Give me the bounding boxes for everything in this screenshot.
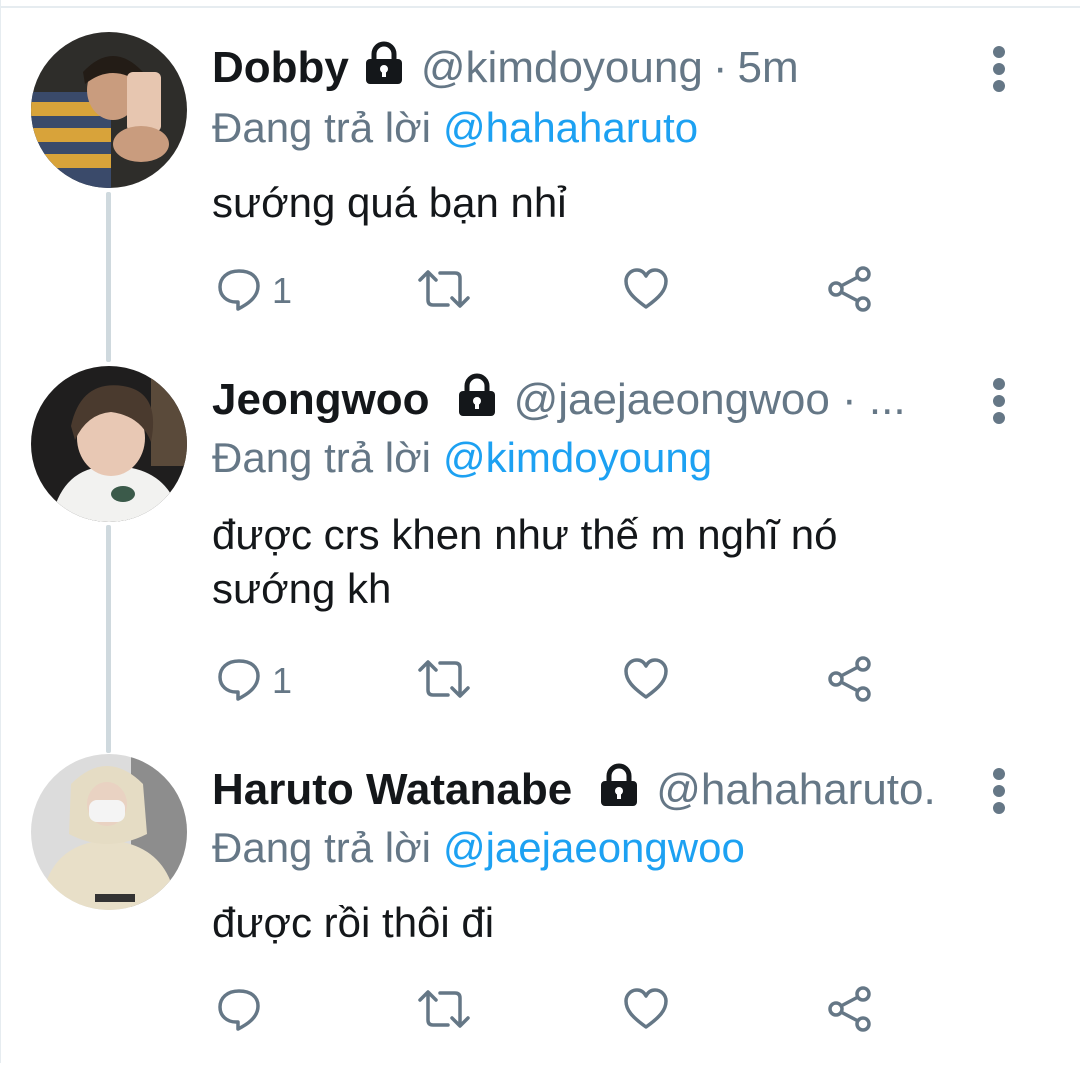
replying-to-label: Đang trả lời: [212, 824, 431, 871]
share-icon: [826, 265, 874, 318]
avatar[interactable]: [31, 366, 187, 522]
reply-count: 1: [272, 660, 293, 701]
replying-to-user-link[interactable]: @hahaharuto: [443, 104, 698, 151]
tweet-text: được crs khen như thế m nghĩ nó sướng kh: [212, 508, 972, 616]
reply-count: 1: [272, 270, 293, 311]
retweet-icon: [416, 266, 472, 317]
reply-button[interactable]: [216, 986, 272, 1036]
retweet-button[interactable]: [416, 656, 472, 706]
replying-to-user-link[interactable]: @kimdoyoung: [443, 434, 712, 481]
tweet[interactable]: Jeongwoo @jaejaeongwoo · ... Đang trả lờ…: [0, 366, 1080, 702]
tweet-actions: 1: [212, 265, 912, 318]
tweet-actions: 1: [212, 655, 912, 708]
display-name[interactable]: Jeongwoo: [212, 375, 430, 425]
tweet[interactable]: Haruto Watanabe @hahaharuto. Đang trả lờ…: [0, 754, 1080, 1090]
replying-to-user-link[interactable]: @jaejaeongwoo: [443, 824, 745, 871]
avatar-photo: [31, 32, 187, 188]
share-button[interactable]: [826, 985, 874, 1038]
share-button[interactable]: [826, 265, 874, 318]
separator-dot: ·: [712, 43, 728, 92]
lock-icon: [361, 40, 407, 97]
lock-icon: [596, 762, 642, 819]
display-name[interactable]: Dobby: [212, 43, 349, 93]
tweet-text: sướng quá bạn nhỉ: [212, 179, 567, 226]
avatar-photo: [31, 366, 187, 522]
comment-icon: [216, 986, 262, 1037]
share-button[interactable]: [826, 655, 874, 708]
display-name[interactable]: Haruto Watanabe: [212, 765, 572, 815]
retweet-button[interactable]: [416, 986, 472, 1036]
more-vertical-icon[interactable]: [986, 766, 1012, 816]
timestamp[interactable]: 5m: [737, 43, 798, 93]
reply-button[interactable]: 1: [216, 656, 292, 706]
like-button[interactable]: [622, 656, 670, 706]
avatar[interactable]: [31, 32, 187, 188]
share-icon: [826, 655, 874, 708]
share-icon: [826, 985, 874, 1038]
user-handle[interactable]: @jaejaeongwoo · ...: [514, 375, 906, 425]
heart-icon: [622, 656, 670, 707]
like-button[interactable]: [622, 986, 670, 1036]
heart-icon: [622, 266, 670, 317]
comment-icon: [216, 656, 262, 707]
top-border: [0, 0, 1080, 8]
retweet-button[interactable]: [416, 266, 472, 316]
tweet-text-line: được crs khen như thế m nghĩ nó: [212, 511, 838, 558]
retweet-icon: [416, 986, 472, 1037]
tweet[interactable]: Dobby @kimdoyoung · 5m Đang trả lời @haha…: [0, 32, 1080, 368]
replying-to-label: Đang trả lời: [212, 434, 431, 481]
heart-icon: [622, 986, 670, 1037]
user-handle[interactable]: @hahaharuto.: [656, 765, 936, 815]
retweet-icon: [416, 656, 472, 707]
user-handle[interactable]: @kimdoyoung: [421, 43, 703, 93]
avatar[interactable]: [31, 754, 187, 910]
tweet-actions: [212, 985, 912, 1038]
like-button[interactable]: [622, 266, 670, 316]
lock-icon: [454, 372, 500, 429]
avatar-photo: [31, 754, 187, 910]
replying-to-label: Đang trả lời: [212, 104, 431, 151]
tweet-text: được rồi thôi đi: [212, 899, 495, 946]
more-vertical-icon[interactable]: [986, 376, 1012, 426]
reply-button[interactable]: 1: [216, 266, 292, 316]
tweet-text-line: sướng kh: [212, 565, 392, 612]
more-vertical-icon[interactable]: [986, 44, 1012, 94]
comment-icon: [216, 266, 262, 317]
